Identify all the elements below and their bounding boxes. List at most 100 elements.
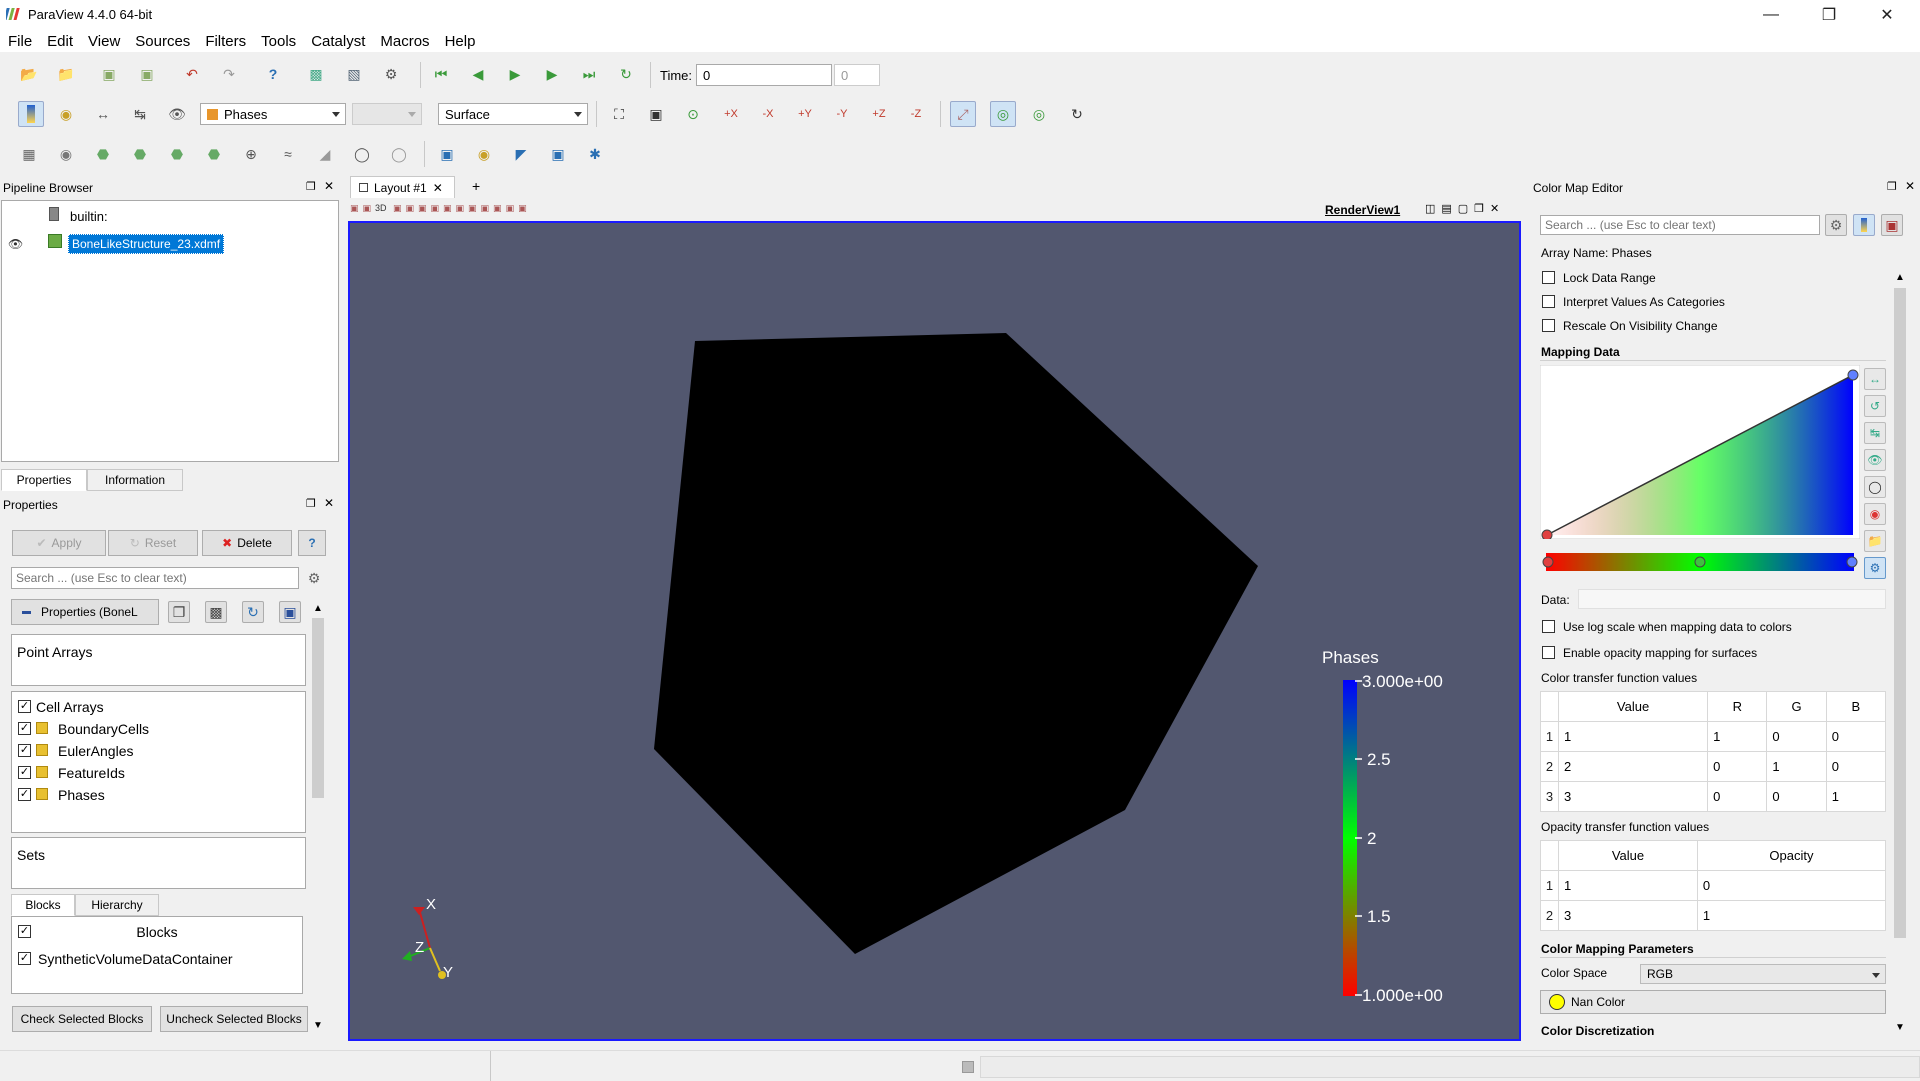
- menu-tools[interactable]: Tools: [261, 33, 296, 50]
- reset-button[interactable]: ↻ Reset: [108, 530, 198, 556]
- save-state-icon[interactable]: ▣: [136, 63, 158, 85]
- next-frame-icon[interactable]: ▶: [541, 63, 563, 85]
- close-tab-icon[interactable]: ✕: [433, 181, 443, 195]
- advanced-gear-icon[interactable]: ⚙: [1825, 214, 1847, 236]
- edit-color-map-icon[interactable]: ◉: [55, 103, 77, 125]
- table-row[interactable]: 1 1 1 0 0: [1540, 721, 1887, 752]
- select-cells-icon[interactable]: ▣: [436, 143, 458, 165]
- opacity-mapping-checkbox[interactable]: [1542, 646, 1555, 659]
- pipeline-root[interactable]: builtin:: [70, 209, 108, 224]
- interpret-categories-checkbox[interactable]: [1542, 295, 1555, 308]
- color-space-select[interactable]: RGB: [1640, 964, 1886, 984]
- representation-select[interactable]: Surface: [438, 103, 588, 125]
- paste-icon[interactable]: ▩: [205, 601, 227, 623]
- rescale-custom-range-icon[interactable]: ↹: [129, 103, 151, 125]
- menu-edit[interactable]: Edit: [47, 33, 73, 50]
- invert-icon[interactable]: ◯: [1864, 476, 1886, 498]
- disconnect-icon[interactable]: ▧: [343, 63, 365, 85]
- redo-icon[interactable]: ↷: [218, 63, 240, 85]
- color-control-point[interactable]: [1846, 556, 1858, 568]
- color-control-point[interactable]: [1542, 556, 1554, 568]
- view-minus-y-icon[interactable]: -Y: [831, 103, 853, 125]
- menu-file[interactable]: File: [8, 33, 32, 50]
- render-view[interactable]: Phases 3.000e+00 2.5 2 1.5 1.000e+00 X Z…: [348, 221, 1521, 1041]
- color-by-select[interactable]: Phases: [200, 103, 346, 125]
- check-selected-blocks-button[interactable]: Check Selected Blocks: [12, 1006, 152, 1032]
- component-select[interactable]: [352, 103, 422, 125]
- menu-sources[interactable]: Sources: [135, 33, 190, 50]
- opacity-function-editor[interactable]: [1540, 365, 1860, 539]
- opacity-control-point[interactable]: [1847, 369, 1859, 381]
- cell-arrays-checkbox[interactable]: ✓: [18, 700, 31, 713]
- menu-macros[interactable]: Macros: [380, 33, 429, 50]
- view-split-buttons[interactable]: ◫▤▢❐✕: [1425, 202, 1505, 215]
- block-checkbox[interactable]: ✓: [18, 952, 31, 965]
- table-row[interactable]: 2 3 1: [1540, 900, 1887, 931]
- properties-scrollbar[interactable]: ▲ ▼: [310, 600, 326, 1040]
- rescale-range-icon[interactable]: ↔: [1864, 368, 1886, 390]
- lock-range-checkbox[interactable]: [1542, 271, 1555, 284]
- delete-button[interactable]: ✖ Delete: [202, 530, 292, 556]
- extract-subset-icon[interactable]: ⬣: [203, 143, 225, 165]
- contour-icon[interactable]: ◉: [55, 143, 77, 165]
- last-frame-icon[interactable]: ⏭: [578, 63, 600, 85]
- opacity-control-point[interactable]: [1541, 529, 1553, 539]
- load-state-icon[interactable]: 📁: [55, 63, 77, 85]
- center-axes-icon[interactable]: ◎: [990, 101, 1016, 127]
- log-scale-checkbox[interactable]: [1542, 620, 1555, 633]
- macro-icon[interactable]: ⚙: [380, 63, 402, 85]
- view-minus-x-icon[interactable]: -X: [757, 103, 779, 125]
- save-preset-icon[interactable]: 📁: [1864, 530, 1886, 552]
- renderview-label[interactable]: RenderView1: [1325, 203, 1400, 217]
- properties-section-toggle[interactable]: Properties (BoneL: [11, 599, 159, 625]
- rescale-visibility-checkbox[interactable]: [1542, 319, 1555, 332]
- extract-level-icon[interactable]: ◯: [388, 143, 410, 165]
- group-datasets-icon[interactable]: ◯: [351, 143, 373, 165]
- table-row[interactable]: 3 3 0 0 1: [1540, 781, 1887, 812]
- help-button[interactable]: ?: [298, 530, 326, 556]
- opacity-transfer-table[interactable]: Value Opacity 1 1 0 2 3 1: [1540, 840, 1887, 931]
- reset-camera-icon[interactable]: ⛶: [608, 103, 630, 125]
- float-panel-icon[interactable]: ❐: [1887, 180, 1897, 193]
- tab-information[interactable]: Information: [87, 469, 183, 491]
- time-index-spinbox[interactable]: 0: [834, 64, 880, 86]
- select-points-icon[interactable]: ◉: [473, 143, 495, 165]
- rescale-custom-icon[interactable]: ↺: [1864, 395, 1886, 417]
- view-tools-icons[interactable]: ▣▣3D ▣▣▣▣▣▣▣▣▣▣▣: [350, 203, 531, 214]
- interactive-select-icon[interactable]: ✱: [584, 143, 606, 165]
- save-data-icon[interactable]: ▣: [98, 63, 120, 85]
- copy-icon[interactable]: ❐: [168, 601, 190, 623]
- array-checkbox[interactable]: ✓: [18, 788, 31, 801]
- help-icon[interactable]: ?: [262, 63, 284, 85]
- minimize-button[interactable]: —: [1742, 0, 1800, 30]
- connect-icon[interactable]: ▩: [305, 63, 327, 85]
- menu-catalyst[interactable]: Catalyst: [311, 33, 365, 50]
- progress-abort-icon[interactable]: [962, 1061, 974, 1073]
- apply-button[interactable]: ✔ Apply: [12, 530, 106, 556]
- tab-properties[interactable]: Properties: [1, 469, 87, 491]
- clip-icon[interactable]: ⬣: [92, 143, 114, 165]
- color-control-point[interactable]: [1694, 556, 1706, 568]
- table-row[interactable]: 1 1 0: [1540, 870, 1887, 901]
- warp-icon[interactable]: ◢: [314, 143, 336, 165]
- time-input[interactable]: 0: [696, 64, 832, 86]
- select-frustum-icon[interactable]: ◤: [510, 143, 532, 165]
- table-row[interactable]: 2 2 0 1 0: [1540, 751, 1887, 782]
- zoom-box-icon[interactable]: ⊙: [682, 103, 704, 125]
- float-panel-icon[interactable]: ❐: [306, 497, 316, 510]
- glyph-icon[interactable]: ⊕: [240, 143, 262, 165]
- tab-hierarchy[interactable]: Hierarchy: [75, 894, 159, 916]
- play-icon[interactable]: ▶: [504, 63, 526, 85]
- array-checkbox[interactable]: ✓: [18, 722, 31, 735]
- loop-icon[interactable]: ↻: [615, 63, 637, 85]
- choose-preset-icon[interactable]: ◉: [1864, 503, 1886, 525]
- advanced-colormap-icon[interactable]: ⚙: [1864, 557, 1886, 579]
- rescale-data-range-icon[interactable]: ↔: [92, 103, 114, 125]
- calculator-icon[interactable]: ▦: [18, 143, 40, 165]
- menu-view[interactable]: View: [88, 33, 120, 50]
- pipeline-source-item[interactable]: BoneLikeStructure_23.xdmf: [68, 234, 225, 254]
- color-legend-toggle-icon[interactable]: [1853, 214, 1875, 236]
- rescale-visible-range-icon[interactable]: 👁: [166, 103, 188, 125]
- edit-legend-icon[interactable]: ▣: [1881, 214, 1903, 236]
- select-block-icon[interactable]: ▣: [547, 143, 569, 165]
